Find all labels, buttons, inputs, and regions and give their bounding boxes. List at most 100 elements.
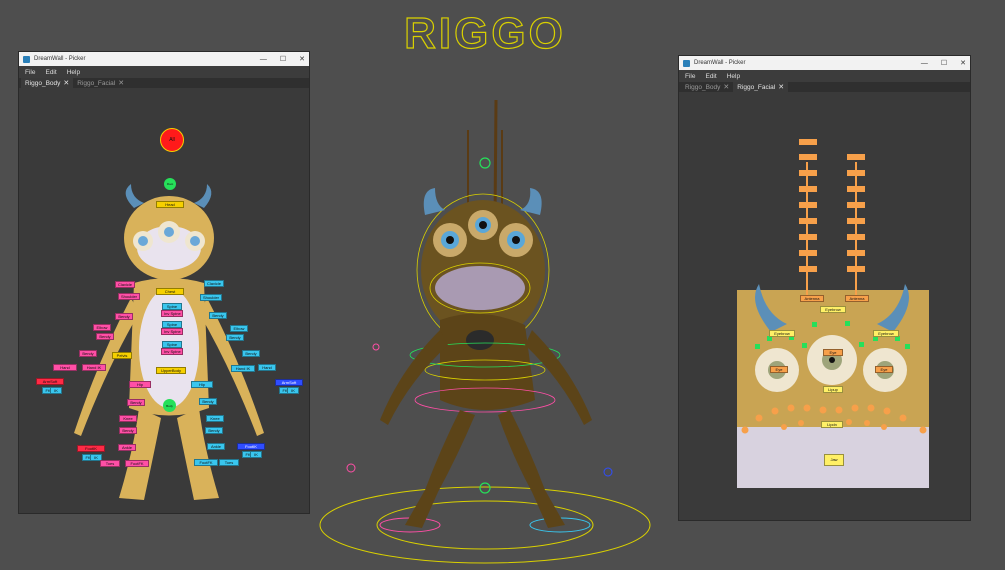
ankle-right-button[interactable]: Ankle bbox=[118, 444, 136, 451]
toes-left-button[interactable]: Toes bbox=[219, 459, 239, 466]
ankle-left-button[interactable]: Ankle bbox=[207, 443, 225, 450]
facial-picker-window[interactable]: DreamWall - Picker — ☐ ✕ File Edit Help … bbox=[679, 56, 970, 520]
logo-text: RIGGO bbox=[404, 9, 566, 58]
menu-bar: File Edit Help bbox=[19, 66, 309, 78]
pelvis-button[interactable]: Pelvis bbox=[112, 352, 132, 359]
shoulder-right-button[interactable]: Shoulder bbox=[118, 293, 140, 300]
hand-left-button[interactable]: Hand bbox=[258, 364, 276, 371]
close-tab-icon[interactable]: ✕ bbox=[118, 79, 124, 87]
minimize-button[interactable]: — bbox=[921, 60, 928, 67]
hand-right-button[interactable]: Hand bbox=[53, 364, 77, 371]
elbow-left-button[interactable]: Elbow bbox=[230, 325, 248, 332]
bendy-left-button-2[interactable]: Bendy bbox=[226, 334, 244, 341]
close-button[interactable]: ✕ bbox=[960, 59, 966, 67]
armsoft-left-button[interactable]: ArmSoft bbox=[275, 379, 303, 386]
hand-ik-right-button[interactable]: Hand IK bbox=[82, 364, 106, 371]
footfk-right-button[interactable]: FootFK bbox=[125, 460, 149, 467]
menu-edit[interactable]: Edit bbox=[705, 73, 716, 80]
root-button[interactable]: Root bbox=[164, 178, 176, 190]
title-bar: DreamWall - Picker — ☐ ✕ bbox=[679, 56, 970, 70]
hip-left-button[interactable]: Hip bbox=[191, 381, 213, 388]
chest-button[interactable]: Chest bbox=[156, 288, 184, 295]
eye-left-button[interactable]: Eye bbox=[875, 366, 893, 373]
ik-left-button-2[interactable]: IK bbox=[250, 451, 262, 458]
bendy-right-button-2[interactable]: Bendy bbox=[96, 333, 114, 340]
tab-label: Riggo_Body bbox=[685, 83, 721, 91]
bendy-right-button-1[interactable]: Bendy bbox=[115, 313, 133, 320]
jaw-button[interactable]: Jaw bbox=[824, 454, 844, 466]
inv-spine-button-2[interactable]: Inv Spine bbox=[161, 328, 183, 335]
eye-center-button[interactable]: Eye bbox=[823, 349, 843, 356]
footfk-left-button[interactable]: FootFK bbox=[194, 459, 218, 466]
tab-riggo-facial[interactable]: Riggo_Facial ✕ bbox=[73, 78, 128, 88]
tab-bar: Riggo_Body ✕ Riggo_Facial ✕ bbox=[679, 82, 970, 92]
elbow-right-button[interactable]: Elbow bbox=[93, 324, 111, 331]
hand-ik-left-button[interactable]: Hand IK bbox=[231, 365, 255, 372]
bendy-right-button-3[interactable]: Bendy bbox=[79, 350, 97, 357]
close-tab-icon[interactable]: ✕ bbox=[778, 83, 784, 91]
bendy-left-button-4[interactable]: Bendy bbox=[199, 398, 217, 405]
body-silhouette bbox=[74, 184, 264, 500]
spine-button-1[interactable]: Spine bbox=[162, 303, 182, 310]
facial-picker-canvas[interactable]: Antenna Antenna Eyebrow Eyebrow Eyebrow … bbox=[679, 92, 970, 520]
clavicle-left-button[interactable]: Clavicle bbox=[204, 280, 224, 287]
bendy-left-button-5[interactable]: Bendy bbox=[205, 427, 223, 434]
close-tab-icon[interactable]: ✕ bbox=[63, 79, 69, 87]
eyebrow-center-button[interactable]: Eyebrow bbox=[820, 306, 846, 313]
antenna-left-button[interactable]: Antenna bbox=[845, 295, 869, 302]
menu-edit[interactable]: Edit bbox=[45, 69, 56, 76]
antenna-right-button[interactable]: Antenna bbox=[800, 295, 824, 302]
hip-right-button[interactable]: Hip bbox=[129, 381, 151, 388]
upperbody-button[interactable]: UpperBody bbox=[156, 367, 186, 374]
knee-left-button[interactable]: Knee bbox=[206, 415, 224, 422]
tab-bar: Riggo_Body ✕ Riggo_Facial ✕ bbox=[19, 78, 309, 88]
tab-riggo-facial[interactable]: Riggo_Facial ✕ bbox=[733, 82, 789, 92]
bendy-left-button-3[interactable]: Bendy bbox=[242, 350, 260, 357]
inv-spine-button-1[interactable]: Inv Spine bbox=[161, 310, 183, 317]
all-button[interactable]: All bbox=[160, 128, 184, 152]
app-icon bbox=[23, 55, 30, 63]
shoulder-left-button[interactable]: Shoulder bbox=[200, 294, 222, 301]
body-picker-window[interactable]: DreamWall - Picker — ☐ ✕ File Edit Help … bbox=[19, 52, 309, 513]
bendy-right-button-5[interactable]: Bendy bbox=[119, 427, 137, 434]
toes-right-button[interactable]: Toes bbox=[100, 460, 120, 467]
maximize-button[interactable]: ☐ bbox=[941, 59, 947, 67]
bendy-left-button-1[interactable]: Bendy bbox=[209, 312, 227, 319]
lip-down-button[interactable]: Lipdn bbox=[821, 421, 843, 428]
body-picker-canvas[interactable]: All Root Body Head Chest Spine Inv Spine… bbox=[19, 88, 309, 513]
menu-file[interactable]: File bbox=[685, 73, 695, 80]
all-label: All bbox=[169, 137, 175, 143]
spine-button-2[interactable]: Spine bbox=[162, 321, 182, 328]
viewport-3d[interactable] bbox=[310, 70, 678, 565]
tab-riggo-body[interactable]: Riggo_Body ✕ bbox=[21, 78, 74, 88]
head-button[interactable]: Head bbox=[156, 201, 184, 208]
tab-riggo-body[interactable]: Riggo_Body ✕ bbox=[681, 82, 733, 92]
window-title: DreamWall - Picker bbox=[694, 60, 746, 66]
bendy-right-button-4[interactable]: Bendy bbox=[127, 399, 145, 406]
close-tab-icon[interactable]: ✕ bbox=[723, 83, 729, 91]
ik-left-button[interactable]: IK bbox=[287, 387, 299, 394]
body-button[interactable]: Body bbox=[163, 399, 176, 412]
eye-right-button[interactable]: Eye bbox=[770, 366, 788, 373]
spine-button-3[interactable]: Spine bbox=[162, 341, 182, 348]
menu-bar: File Edit Help bbox=[679, 70, 970, 82]
menu-file[interactable]: File bbox=[25, 69, 35, 76]
window-title: DreamWall - Picker bbox=[34, 56, 86, 62]
app-icon bbox=[683, 59, 690, 67]
footik-left-button[interactable]: FootIK bbox=[237, 443, 265, 450]
close-button[interactable]: ✕ bbox=[299, 55, 305, 63]
menu-help[interactable]: Help bbox=[67, 69, 80, 76]
clavicle-right-button[interactable]: Clavicle bbox=[115, 281, 135, 288]
lip-up-button[interactable]: Lipup bbox=[823, 386, 843, 393]
footik-right-button[interactable]: FootIK bbox=[77, 445, 105, 452]
knee-right-button[interactable]: Knee bbox=[119, 415, 137, 422]
maximize-button[interactable]: ☐ bbox=[280, 55, 286, 63]
title-bar: DreamWall - Picker — ☐ ✕ bbox=[19, 52, 309, 66]
armsoft-right-button[interactable]: ArmSoft bbox=[36, 378, 64, 385]
menu-help[interactable]: Help bbox=[727, 73, 740, 80]
inv-spine-button-3[interactable]: Inv Spine bbox=[161, 348, 183, 355]
eyebrow-left-button[interactable]: Eyebrow bbox=[873, 330, 899, 337]
ik-right-button[interactable]: IK bbox=[50, 387, 62, 394]
eyebrow-right-button[interactable]: Eyebrow bbox=[769, 330, 795, 337]
minimize-button[interactable]: — bbox=[260, 56, 267, 63]
